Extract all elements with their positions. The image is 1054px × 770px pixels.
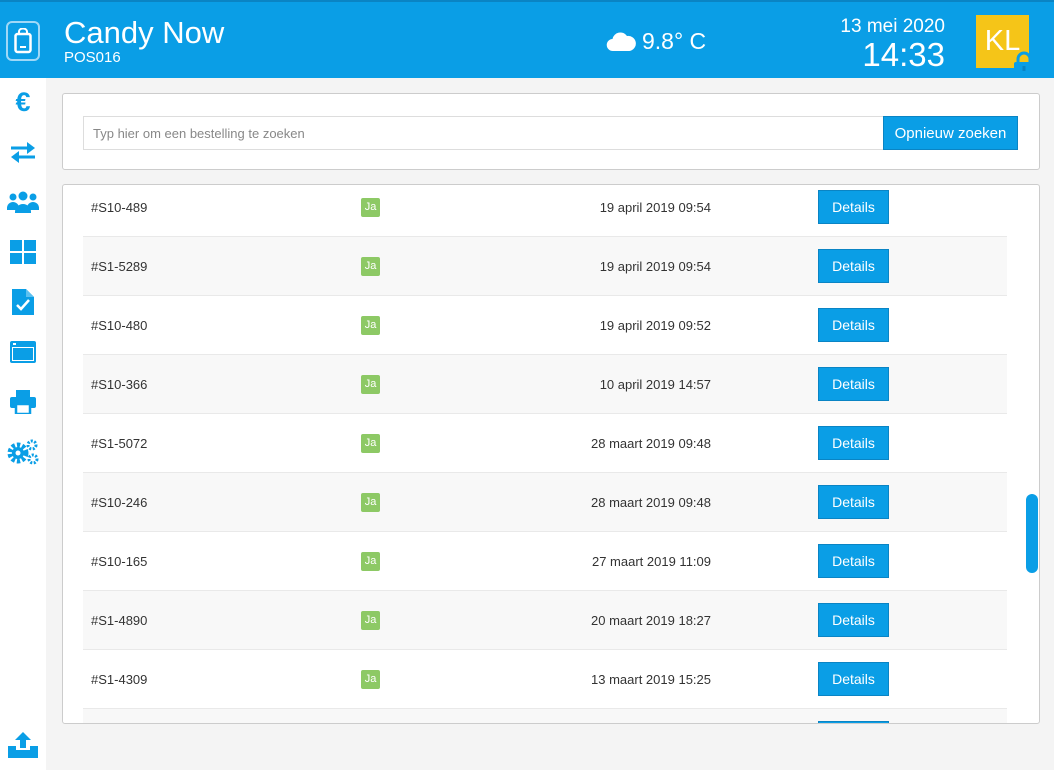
sidebar-item-payments[interactable]: € [0, 82, 46, 122]
printer-icon [10, 390, 36, 414]
table-row: #S10-165 Ja 27 maart 2019 11:09 Details [83, 532, 1007, 591]
window-icon [10, 341, 36, 363]
search-again-button[interactable]: Opnieuw zoeken [883, 116, 1018, 150]
details-button[interactable]: Details [818, 662, 889, 696]
euro-icon: € [15, 86, 31, 117]
table-row: #S1-4890 Ja 20 maart 2019 18:27 Details [83, 591, 1007, 650]
table-row: #S10-480 Ja 19 april 2019 09:52 Details [83, 296, 1007, 355]
customers-icon [7, 191, 39, 213]
order-number: #S10-165 [91, 554, 148, 569]
sidebar-item-customers[interactable] [0, 182, 46, 222]
lock-icon[interactable] [1012, 51, 1036, 77]
details-button[interactable]: Details [818, 603, 889, 637]
table-row: #S1-5289 Ja 19 april 2019 09:54 Details [83, 237, 1007, 296]
scrollbar-thumb[interactable] [1026, 494, 1038, 573]
order-date: 27 maart 2019 11:09 [591, 554, 711, 569]
sidebar-item-upload[interactable] [0, 725, 46, 765]
order-number: #S10-246 [91, 495, 148, 510]
table-row [83, 709, 1007, 723]
table-row: #S10-366 Ja 10 april 2019 14:57 Details [83, 355, 1007, 414]
details-button[interactable]: Details [818, 367, 889, 401]
order-date: 28 maart 2019 09:48 [591, 495, 711, 510]
sidebar-item-settings[interactable] [0, 432, 46, 472]
details-button[interactable]: Details [818, 485, 889, 519]
status-badge: Ja [361, 493, 380, 512]
details-button[interactable] [818, 721, 889, 723]
transfer-arrows-icon [11, 142, 35, 163]
order-number: #S1-5289 [91, 259, 148, 274]
details-button[interactable]: Details [818, 426, 889, 460]
order-date: 13 maart 2019 15:25 [591, 672, 711, 687]
upload-icon [8, 732, 38, 758]
dashboard-grid-icon [10, 240, 36, 264]
sidebar-item-dashboard[interactable] [0, 232, 46, 272]
details-button[interactable]: Details [818, 249, 889, 283]
table-row: #S1-5072 Ja 28 maart 2019 09:48 Details [83, 414, 1007, 473]
order-number: #S1-4890 [91, 613, 148, 628]
status-badge: Ja [361, 670, 380, 689]
status-badge: Ja [361, 257, 380, 276]
details-button[interactable]: Details [818, 308, 889, 342]
order-date: 10 april 2019 14:57 [599, 377, 711, 392]
order-search-input[interactable] [83, 116, 884, 150]
sidebar-item-tasks[interactable] [0, 282, 46, 322]
status-badge: Ja [361, 316, 380, 335]
current-time: 14:33 [862, 36, 945, 73]
details-button[interactable]: Details [818, 544, 889, 578]
sidebar-item-print[interactable] [0, 382, 46, 422]
order-date: 19 april 2019 09:54 [599, 200, 711, 215]
settings-gears-icon [7, 439, 39, 465]
status-badge: Ja [361, 198, 380, 217]
cloud-icon [606, 32, 636, 52]
status-badge: Ja [361, 375, 380, 394]
order-number: #S10-489 [91, 200, 148, 215]
table-row: #S10-246 Ja 28 maart 2019 09:48 Details [83, 473, 1007, 532]
status-badge: Ja [361, 611, 380, 630]
status-badge: Ja [361, 434, 380, 453]
order-date: 19 april 2019 09:54 [599, 259, 711, 274]
orders-rows: #S10-489 Ja 19 april 2019 09:54 Details … [83, 185, 1007, 723]
sidebar: € [0, 78, 46, 770]
status-badge: Ja [361, 552, 380, 571]
top-bar: Candy Now POS016 9.8° C 13 mei 2020 14:3… [0, 0, 1054, 78]
clipboard-check-icon [12, 289, 34, 315]
order-number: #S1-5072 [91, 436, 148, 451]
current-date: 13 mei 2020 [840, 16, 945, 37]
order-date: 28 maart 2019 09:48 [591, 436, 711, 451]
table-row: #S1-4309 Ja 13 maart 2019 15:25 Details [83, 650, 1007, 709]
temperature: 9.8° C [642, 28, 707, 54]
sidebar-item-transfers[interactable] [0, 132, 46, 172]
details-button[interactable]: Details [818, 190, 889, 224]
app-name: Candy Now [64, 15, 225, 50]
search-panel: Opnieuw zoeken [62, 93, 1040, 170]
order-number: #S1-4309 [91, 672, 148, 687]
table-row: #S10-489 Ja 19 april 2019 09:54 Details [83, 185, 1007, 237]
weather: 9.8° C [606, 26, 706, 56]
orders-list[interactable]: #S10-489 Ja 19 april 2019 09:54 Details … [62, 184, 1040, 724]
order-date: 19 april 2019 09:52 [599, 318, 711, 333]
order-number: #S10-366 [91, 377, 148, 392]
order-number: #S10-480 [91, 318, 148, 333]
sidebar-item-window[interactable] [0, 332, 46, 372]
order-date: 20 maart 2019 18:27 [591, 613, 711, 628]
pos-id: POS016 [64, 49, 121, 66]
shopping-bag-icon[interactable] [6, 21, 40, 61]
